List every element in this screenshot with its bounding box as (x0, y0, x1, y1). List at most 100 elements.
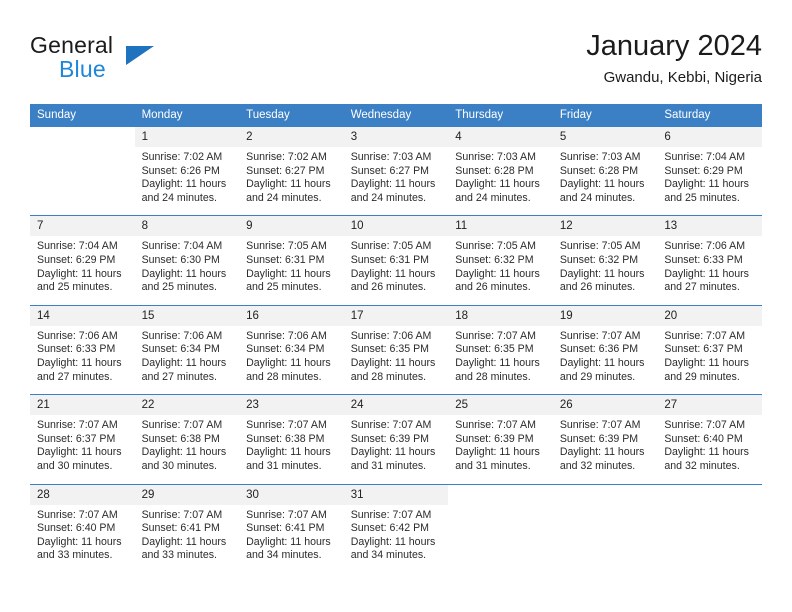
calendar-day-cell[interactable]: 14 Sunrise: 7:06 AM Sunset: 6:33 PM Dayligh… (30, 304, 135, 385)
day-number (552, 484, 658, 505)
daylight-duration-line1: Daylight: 11 hours (141, 267, 227, 280)
sunset-time: Sunset: 6:34 PM (246, 343, 325, 356)
day-sun-info: Sunrise: 7:07 AM Sunset: 6:42 PM Daylight:… (344, 505, 449, 563)
calendar-day-cell[interactable]: 31 Sunrise: 7:07 AM Sunset: 6:42 PM Dayligh… (343, 483, 449, 563)
sunrise-time: Sunrise: 7:05 AM (559, 240, 641, 253)
calendar-day-cell[interactable]: 13 Sunrise: 7:06 AM Sunset: 6:33 PM Dayligh… (657, 215, 762, 295)
day-sun-info: Sunrise: 7:07 AM Sunset: 6:41 PM Daylight:… (239, 505, 344, 563)
daylight-duration-line1: Daylight: 11 hours (664, 178, 749, 191)
sunrise-time: Sunrise: 7:07 AM (664, 419, 746, 432)
sunset-time: Sunset: 6:30 PM (141, 253, 220, 266)
week-spacer (30, 473, 762, 484)
sunset-time: Sunset: 6:31 PM (246, 253, 325, 266)
calendar-day-cell[interactable]: 16 Sunrise: 7:06 AM Sunset: 6:34 PM Dayligh… (239, 304, 344, 385)
day-sun-info: Sunrise: 7:06 AM Sunset: 6:33 PM Daylight:… (657, 236, 762, 294)
daylight-duration-line2: and 24 minutes. (350, 191, 427, 204)
day-number: 31 (343, 484, 449, 505)
calendar-day-cell[interactable]: 9 Sunrise: 7:05 AM Sunset: 6:31 PM Daylight… (239, 215, 344, 295)
day-number: 11 (448, 216, 553, 237)
day-number: 1 (134, 127, 240, 147)
calendar-day-cell[interactable]: 1 Sunrise: 7:02 AM Sunset: 6:26 PM Daylight… (134, 126, 240, 206)
day-sun-info: Sunrise: 7:05 AM Sunset: 6:32 PM Daylight:… (448, 236, 553, 294)
daylight-duration-line1: Daylight: 11 hours (350, 535, 436, 548)
week-spacer (30, 205, 762, 216)
sunset-time: Sunset: 6:41 PM (141, 522, 220, 535)
calendar-day-cell[interactable]: 8 Sunrise: 7:04 AM Sunset: 6:30 PM Daylight… (134, 215, 240, 295)
calendar-day-cell[interactable]: 10 Sunrise: 7:05 AM Sunset: 6:31 PM Dayligh… (343, 215, 449, 295)
week-spacer (30, 294, 762, 306)
daylight-duration-line2: and 29 minutes. (559, 370, 636, 383)
calendar-day-cell[interactable]: 2 Sunrise: 7:02 AM Sunset: 6:27 PM Daylight… (239, 126, 344, 206)
sunrise-time: Sunrise: 7:07 AM (350, 419, 432, 432)
day-sun-info: Sunrise: 7:06 AM Sunset: 6:35 PM Daylight:… (344, 326, 449, 384)
calendar-week-row: 7 Sunrise: 7:04 AM Sunset: 6:29 PM Daylight… (30, 215, 762, 295)
daylight-duration-line2: and 25 minutes. (37, 281, 113, 294)
sunset-time: Sunset: 6:34 PM (141, 343, 220, 356)
calendar-day-cell[interactable]: 28 Sunrise: 7:07 AM Sunset: 6:40 PM Dayligh… (30, 483, 135, 563)
calendar-day-cell[interactable]: 20 Sunrise: 7:07 AM Sunset: 6:37 PM Dayligh… (657, 304, 762, 385)
generalblue-logo[interactable]: General Blue (30, 32, 260, 92)
calendar-day-cell[interactable]: 23 Sunrise: 7:07 AM Sunset: 6:38 PM Dayligh… (239, 394, 344, 474)
calendar-day-cell[interactable]: 7 Sunrise: 7:04 AM Sunset: 6:29 PM Daylight… (30, 215, 135, 295)
daylight-duration-line1: Daylight: 11 hours (37, 267, 122, 280)
sunrise-time: Sunrise: 7:07 AM (455, 329, 536, 342)
daylight-duration-line2: and 34 minutes. (246, 549, 322, 562)
day-number: 19 (552, 305, 658, 326)
day-number: 10 (343, 216, 449, 237)
calendar-day-cell[interactable]: 26 Sunrise: 7:07 AM Sunset: 6:39 PM Dayligh… (552, 394, 658, 474)
sunset-time: Sunset: 6:26 PM (141, 164, 220, 177)
daylight-duration-line1: Daylight: 11 hours (664, 267, 749, 280)
daylight-duration-line2: and 26 minutes. (559, 281, 636, 294)
calendar-day-cell[interactable]: 15 Sunrise: 7:06 AM Sunset: 6:34 PM Dayligh… (134, 304, 240, 385)
daylight-duration-line2: and 24 minutes. (246, 191, 322, 204)
weekday-header-tuesday: Tuesday (239, 104, 344, 127)
week-spacer-cell (30, 205, 762, 216)
sunrise-time: Sunrise: 7:06 AM (246, 329, 327, 342)
daylight-duration-line2: and 26 minutes. (350, 281, 427, 294)
day-sun-info: Sunrise: 7:03 AM Sunset: 6:28 PM Daylight:… (553, 147, 658, 205)
calendar-day-cell[interactable]: 21 Sunrise: 7:07 AM Sunset: 6:37 PM Dayligh… (30, 394, 135, 474)
sunset-time: Sunset: 6:35 PM (350, 343, 430, 356)
day-sun-info: Sunrise: 7:07 AM Sunset: 6:39 PM Daylight:… (448, 415, 553, 473)
daylight-duration-line2: and 26 minutes. (455, 281, 531, 294)
calendar-day-cell[interactable]: 30 Sunrise: 7:07 AM Sunset: 6:41 PM Dayligh… (239, 483, 344, 563)
day-number: 2 (239, 127, 344, 147)
calendar-day-cell[interactable]: 19 Sunrise: 7:07 AM Sunset: 6:36 PM Dayligh… (552, 304, 658, 385)
calendar-day-cell[interactable]: 4 Sunrise: 7:03 AM Sunset: 6:28 PM Daylight… (448, 126, 553, 206)
sunset-time: Sunset: 6:41 PM (246, 522, 325, 535)
daylight-duration-line1: Daylight: 11 hours (246, 535, 331, 548)
calendar-day-cell[interactable]: 11 Sunrise: 7:05 AM Sunset: 6:32 PM Dayligh… (448, 215, 553, 295)
sunset-time: Sunset: 6:42 PM (350, 522, 430, 535)
day-number: 9 (239, 216, 344, 237)
calendar-day-cell[interactable]: 27 Sunrise: 7:07 AM Sunset: 6:40 PM Dayligh… (657, 394, 762, 474)
calendar-week-row: 21 Sunrise: 7:07 AM Sunset: 6:37 PM Dayligh… (30, 394, 762, 474)
calendar-day-cell[interactable]: 22 Sunrise: 7:07 AM Sunset: 6:38 PM Dayligh… (134, 394, 240, 474)
daylight-duration-line2: and 32 minutes. (559, 459, 636, 472)
daylight-duration-line1: Daylight: 11 hours (37, 535, 122, 548)
calendar-day-cell[interactable]: 12 Sunrise: 7:05 AM Sunset: 6:32 PM Dayligh… (552, 215, 658, 295)
day-number: 27 (657, 395, 762, 416)
calendar-day-cell[interactable]: 24 Sunrise: 7:07 AM Sunset: 6:39 PM Dayligh… (343, 394, 449, 474)
daylight-duration-line1: Daylight: 11 hours (37, 446, 122, 459)
day-number: 12 (552, 216, 658, 237)
week-spacer-cell (30, 473, 762, 484)
calendar-day-cell[interactable]: 5 Sunrise: 7:03 AM Sunset: 6:28 PM Daylight… (552, 126, 658, 206)
calendar-day-cell[interactable]: 6 Sunrise: 7:04 AM Sunset: 6:29 PM Daylight… (657, 126, 762, 206)
calendar-day-cell[interactable]: 17 Sunrise: 7:06 AM Sunset: 6:35 PM Dayligh… (343, 304, 449, 385)
day-number (30, 127, 135, 147)
day-sun-info: Sunrise: 7:05 AM Sunset: 6:31 PM Daylight:… (344, 236, 449, 294)
sunset-time: Sunset: 6:28 PM (559, 164, 639, 177)
calendar-day-cell[interactable]: 25 Sunrise: 7:07 AM Sunset: 6:39 PM Dayligh… (448, 394, 553, 474)
calendar-day-cell[interactable]: 3 Sunrise: 7:03 AM Sunset: 6:27 PM Daylight… (343, 126, 449, 206)
sunrise-time: Sunrise: 7:02 AM (246, 151, 327, 163)
day-sun-info: Sunrise: 7:03 AM Sunset: 6:28 PM Daylight:… (448, 147, 553, 205)
sunset-time: Sunset: 6:39 PM (350, 432, 430, 445)
sunset-time: Sunset: 6:35 PM (455, 343, 534, 356)
daylight-duration-line1: Daylight: 11 hours (141, 446, 227, 459)
calendar-day-cell[interactable]: 29 Sunrise: 7:07 AM Sunset: 6:41 PM Dayligh… (134, 483, 240, 563)
day-number: 20 (657, 305, 762, 326)
day-sun-info: Sunrise: 7:04 AM Sunset: 6:29 PM Daylight:… (657, 147, 762, 205)
weekday-header-saturday: Saturday (657, 104, 762, 127)
sunset-time: Sunset: 6:28 PM (455, 164, 534, 177)
calendar-day-cell[interactable]: 18 Sunrise: 7:07 AM Sunset: 6:35 PM Dayligh… (448, 304, 553, 385)
